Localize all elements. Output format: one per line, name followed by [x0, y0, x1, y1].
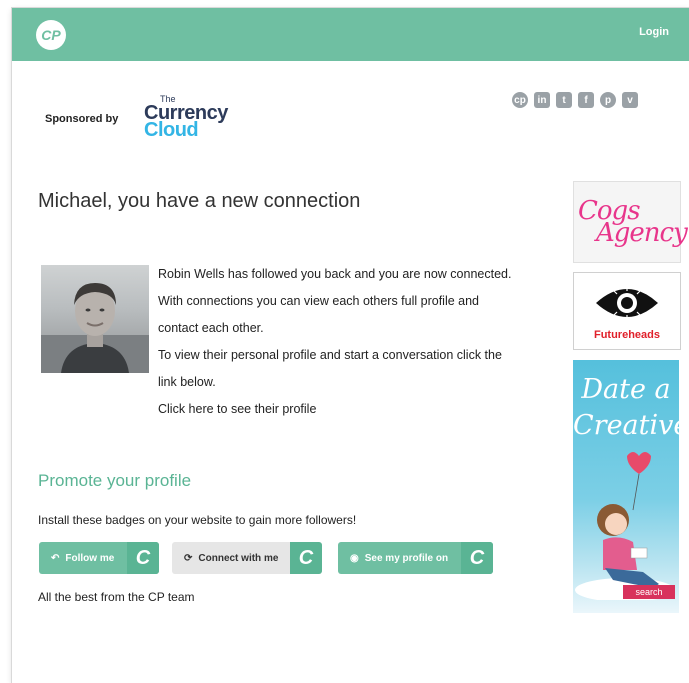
message-line: Robin Wells has followed you back and yo…	[158, 267, 512, 281]
vimeo-icon[interactable]: v	[622, 92, 638, 108]
cogs-agency-logo: Cogs Agency	[578, 198, 688, 246]
linkedin-icon[interactable]: in	[534, 92, 550, 108]
badge-label: Connect with me	[198, 552, 279, 564]
page-title: Michael, you have a new connection	[38, 190, 361, 212]
cp-icon: C	[290, 542, 322, 574]
see-my-profile-badge[interactable]: ◉ See my profile on C	[338, 542, 493, 574]
date-a-creative-title: Date a Creative	[573, 372, 689, 444]
logo-cloud: Cloud	[144, 119, 199, 141]
connect-icon: ⟳	[184, 552, 193, 564]
girl-illustration	[575, 452, 675, 600]
cp-logo[interactable]: CP	[36, 20, 66, 50]
date-title-line2: Creative	[573, 410, 689, 441]
email-card: CP Login Sponsored by The Currency Cloud…	[12, 8, 689, 683]
eye-icon: ◉	[350, 552, 359, 564]
date-title-line1: Date a	[581, 374, 671, 405]
follow-me-badge[interactable]: ↶ Follow me C	[39, 542, 159, 574]
eye-logo-icon	[596, 287, 658, 319]
cp-icon: C	[127, 542, 159, 574]
promote-title: Promote your profile	[38, 471, 192, 490]
date-a-creative-ad[interactable]: Date a Creative search	[573, 360, 689, 613]
cp-icon[interactable]: cp	[512, 92, 528, 108]
promote-description: Install these badges on your website to …	[38, 513, 357, 527]
message-line: To view their personal profile and start…	[158, 348, 502, 362]
badge-label: See my profile on	[364, 552, 449, 564]
avatar	[41, 265, 149, 373]
login-link[interactable]: Login	[639, 26, 669, 38]
arrow-icon: ↶	[51, 552, 60, 564]
pinterest-icon[interactable]: p	[600, 92, 616, 108]
message-line: contact each other.	[158, 321, 264, 335]
cp-icon: C	[461, 542, 493, 574]
message-line: link below.	[158, 375, 216, 389]
twitter-icon[interactable]: t	[556, 92, 572, 108]
signoff-text: All the best from the CP team	[38, 590, 195, 604]
social-icons: cp in t f p v	[512, 92, 638, 108]
facebook-icon[interactable]: f	[578, 92, 594, 108]
futureheads-label: Futureheads	[593, 329, 660, 341]
sponsored-label: Sponsored by	[45, 113, 119, 125]
header-bar: CP Login	[12, 8, 689, 61]
profile-link[interactable]: Click here to see their profile	[158, 396, 558, 423]
cogs-agency-ad[interactable]: Cogs Agency	[573, 181, 688, 263]
search-button[interactable]: search	[623, 585, 675, 599]
futureheads-ad[interactable]: Futureheads	[573, 272, 681, 350]
connect-with-me-badge[interactable]: ⟳ Connect with me C	[172, 542, 322, 574]
message-body: Robin Wells has followed you back and yo…	[158, 261, 558, 423]
message-line: With connections you can view each other…	[158, 294, 480, 308]
badge-label: Follow me	[65, 552, 115, 564]
currency-cloud-logo[interactable]: The Currency Cloud	[144, 94, 254, 144]
